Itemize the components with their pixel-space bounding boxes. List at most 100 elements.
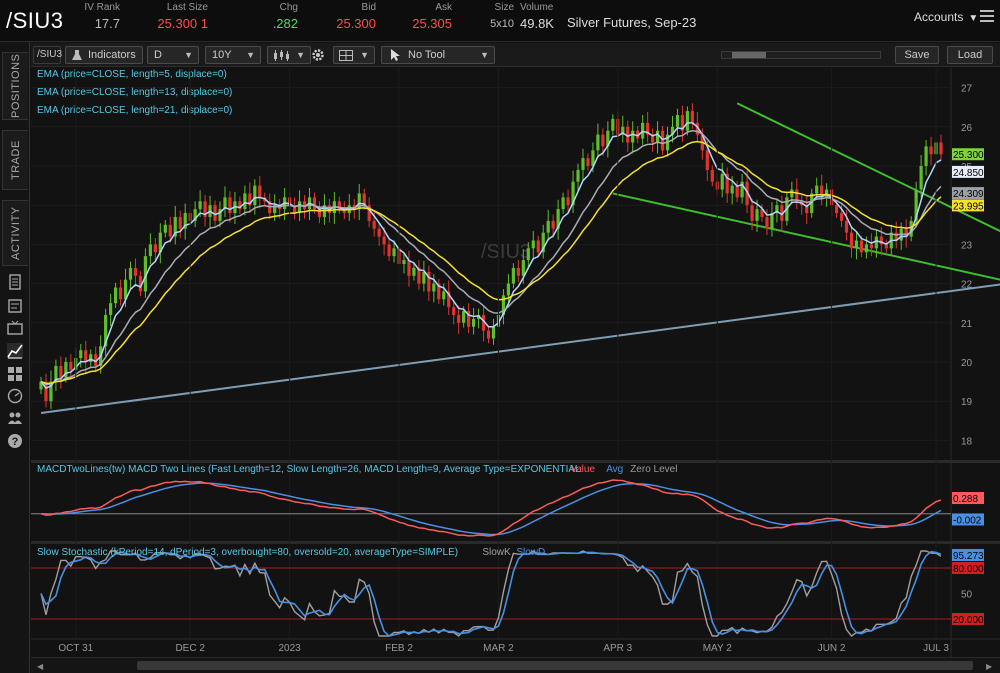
candle-body <box>89 354 93 362</box>
layout-icon <box>339 50 353 61</box>
layout-select[interactable]: ▼ <box>333 46 375 64</box>
candle-body <box>611 118 615 131</box>
candle-body <box>153 244 157 253</box>
candle-body <box>113 287 118 304</box>
candle-body <box>128 267 133 280</box>
stoch-study-label: Slow Stochastic (kPeriod=14, dPeriod=3, … <box>37 547 458 558</box>
candle-body <box>660 130 665 151</box>
price-label: 80.000 <box>953 564 984 575</box>
help-icon[interactable]: ? <box>7 433 23 449</box>
notes-icon[interactable] <box>7 298 23 314</box>
quote-label: Chg <box>279 2 298 13</box>
candle-body <box>874 236 878 249</box>
candle-body <box>839 213 844 221</box>
macd-study-label: MACDTwoLines(tw) MACD Two Lines (Fast Le… <box>37 464 581 475</box>
quote-label: Volume <box>520 2 554 13</box>
quote-value: 25.300 <box>336 16 376 31</box>
candle-body <box>834 205 839 214</box>
x-tick-label: APR 3 <box>603 643 632 654</box>
load-button[interactable]: Load <box>947 46 993 64</box>
candle-body <box>471 318 476 327</box>
candle-body <box>491 326 496 339</box>
candle-body <box>133 267 138 276</box>
period-value: D <box>154 49 162 61</box>
chart-area[interactable]: 18192021222324252627/SIU3EMA (price=CLOS… <box>31 68 1000 657</box>
chart-toolbar: /SIU3 Indicators D ▼ 10Y ▼ ▼ ▼ No Tool ▼ S… <box>31 43 1000 67</box>
quote-field-chg: Chg .282 <box>256 2 298 31</box>
thinkorswim-chart-window: /SIU3 IV Rank 17.7 Last Size 25.300 1 Ch… <box>0 0 1000 673</box>
drawing-tool-select[interactable]: No Tool ▼ <box>381 46 495 64</box>
symbol-description: Silver Futures, Sep-23 <box>567 15 697 30</box>
grid-icon[interactable] <box>7 366 23 382</box>
candlestick-icon <box>274 50 289 61</box>
scroll-left-icon[interactable]: ◀ <box>37 662 43 671</box>
gauge-icon[interactable] <box>7 388 23 404</box>
price-label: 20.000 <box>953 615 984 626</box>
range-value: 10Y <box>212 49 232 61</box>
quote-value: 5x10 <box>490 18 514 30</box>
candle-body <box>705 150 709 170</box>
zoom-thumb[interactable] <box>732 52 766 58</box>
candle-body <box>859 240 864 253</box>
candle-body <box>919 166 923 190</box>
candle-body <box>710 169 714 182</box>
menu-icon[interactable] <box>980 7 994 23</box>
candle-body <box>551 220 555 229</box>
candle-body <box>825 189 829 198</box>
candle-body <box>163 224 167 233</box>
macd-legend-zero-level: Zero Level <box>630 464 677 475</box>
chevron-down-icon: ▼ <box>184 50 193 60</box>
candle-body <box>924 146 928 166</box>
range-select[interactable]: 10Y ▼ <box>205 46 261 64</box>
scroll-right-icon[interactable]: ▶ <box>986 662 992 671</box>
panel-divider <box>31 541 1000 544</box>
people-icon[interactable] <box>7 410 23 426</box>
candle-body <box>869 244 873 249</box>
accounts-dropdown[interactable]: Accounts ▼ <box>914 10 978 24</box>
quote-label: Size <box>494 2 514 13</box>
x-tick-label: JUL 3 <box>923 643 949 654</box>
quote-label: Last Size <box>166 2 208 13</box>
save-button[interactable]: Save <box>895 46 939 64</box>
candle-body <box>387 244 391 257</box>
tab-positions[interactable]: POSITIONS <box>2 52 28 120</box>
scroll-thumb[interactable] <box>137 661 973 670</box>
quote-label: Bid <box>361 2 376 13</box>
symbol-input[interactable]: /SIU3 <box>33 46 62 64</box>
candle-body <box>253 185 257 206</box>
chart-svg[interactable]: 18192021222324252627/SIU3EMA (price=CLOS… <box>31 68 1000 657</box>
period-select[interactable]: D ▼ <box>147 46 199 64</box>
horizontal-scrollbar[interactable]: ◀ ▶ <box>31 657 1000 673</box>
ema-study-label: EMA (price=CLOSE, length=21, displace=0) <box>37 105 232 116</box>
chevron-down-icon: ▼ <box>968 13 979 24</box>
x-tick-label: JUN 2 <box>818 643 846 654</box>
candle-body <box>844 220 849 233</box>
y-tick-label: 20 <box>961 358 973 369</box>
candle-body <box>854 240 859 249</box>
candle-body <box>486 330 491 339</box>
candle-body <box>561 197 565 210</box>
symbol-title[interactable]: /SIU3 <box>6 8 64 34</box>
tv-icon[interactable] <box>7 320 23 336</box>
tab-trade[interactable]: TRADE <box>2 130 28 190</box>
candle-body <box>884 244 888 249</box>
zoom-slider[interactable] <box>721 51 881 59</box>
candle-body <box>228 197 232 214</box>
svg-text:?: ? <box>12 436 19 448</box>
stoch-tick-label: 50 <box>961 590 973 601</box>
candle-body <box>685 111 690 131</box>
quote-field-ask: Ask 25.305 <box>396 2 452 31</box>
candle-body <box>750 205 754 221</box>
panel-divider <box>31 460 1000 463</box>
document-icon[interactable] <box>7 274 23 290</box>
tab-activity[interactable]: ACTIVITY <box>2 200 28 266</box>
candle-body <box>521 260 525 276</box>
gear-icon[interactable] <box>311 48 325 62</box>
chart-icon[interactable] <box>7 343 23 359</box>
chart-type-select[interactable]: ▼ <box>267 46 311 64</box>
candle-body <box>84 350 88 362</box>
candle-body <box>631 130 635 143</box>
indicators-button[interactable]: Indicators <box>65 46 143 64</box>
left-sidebar: POSITIONS TRADE ACTIVITY ? <box>0 42 30 673</box>
candle-body <box>312 197 317 210</box>
